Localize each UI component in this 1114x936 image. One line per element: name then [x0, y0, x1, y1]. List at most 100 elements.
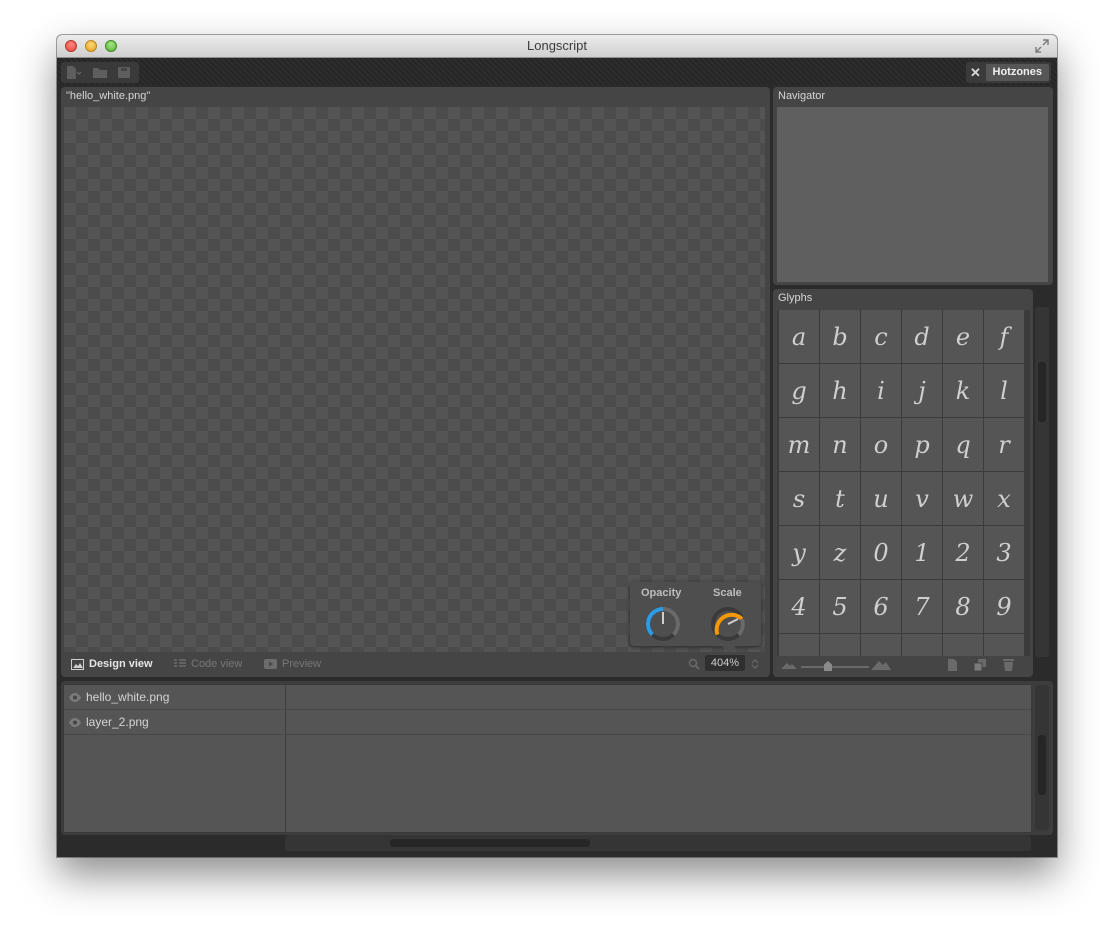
glyphs-scroll-thumb[interactable]: [1038, 362, 1046, 422]
scale-dial[interactable]: [709, 605, 747, 643]
layers-h-scroll-thumb[interactable]: [390, 839, 590, 847]
mountain-large-icon: [871, 661, 891, 670]
design-canvas[interactable]: [64, 107, 765, 652]
glyph-cell[interactable]: [861, 634, 901, 656]
hotzones-toggle[interactable]: ✕ Hotzones: [965, 62, 1051, 83]
fullscreen-icon[interactable]: [1035, 39, 1049, 53]
glyph-cell[interactable]: m: [779, 418, 819, 471]
glyph-cell[interactable]: i: [861, 364, 901, 417]
glyph-cell[interactable]: 4: [779, 580, 819, 633]
glyph-cell[interactable]: 0: [861, 526, 901, 579]
navigator-preview[interactable]: [777, 107, 1048, 282]
image-icon: [71, 658, 84, 670]
tab-code-view[interactable]: Code view: [174, 658, 242, 670]
glyph-cell[interactable]: k: [943, 364, 983, 417]
glyph-cell[interactable]: u: [861, 472, 901, 525]
glyphs-title: Glyphs: [778, 292, 813, 304]
file-tools: [61, 62, 139, 83]
glyph-cell[interactable]: 7: [902, 580, 942, 633]
new-document-icon[interactable]: [64, 65, 82, 80]
layer-row[interactable]: hello_white.png: [64, 685, 284, 710]
zoom-stepper-icon[interactable]: [751, 658, 759, 670]
zoom-unit: %: [729, 657, 740, 669]
preview-label: Preview: [282, 658, 322, 670]
play-icon: [264, 659, 277, 669]
eye-icon[interactable]: [69, 717, 81, 727]
glyphs-scrollbar[interactable]: [1035, 307, 1049, 657]
search-icon: [688, 658, 700, 670]
glyph-cell[interactable]: [779, 634, 819, 656]
glyph-cell[interactable]: c: [861, 310, 901, 363]
glyph-cell[interactable]: [820, 634, 860, 656]
view-bar: Design view Code view Preview: [65, 655, 765, 675]
layer-timeline-row[interactable]: [286, 685, 1031, 710]
glyph-cell[interactable]: l: [984, 364, 1024, 417]
layers-v-scrollbar[interactable]: [1035, 685, 1049, 830]
glyph-cell[interactable]: p: [902, 418, 942, 471]
glyph-cell[interactable]: w: [943, 472, 983, 525]
navigator-title: Navigator: [778, 90, 826, 102]
toolbar: ✕ Hotzones: [57, 58, 1057, 85]
glyph-cell[interactable]: b: [820, 310, 860, 363]
glyph-cell[interactable]: [943, 634, 983, 656]
glyph-cell[interactable]: x: [984, 472, 1024, 525]
glyph-cell[interactable]: q: [943, 418, 983, 471]
glyph-cell[interactable]: e: [943, 310, 983, 363]
glyph-cell[interactable]: n: [820, 418, 860, 471]
opacity-label: Opacity: [641, 587, 682, 599]
navigator-panel: Navigator: [773, 87, 1053, 285]
glyph-cell[interactable]: 2: [943, 526, 983, 579]
zoom-value: 404: [710, 657, 730, 669]
glyph-cell[interactable]: s: [779, 472, 819, 525]
glyph-cell[interactable]: j: [902, 364, 942, 417]
trash-icon[interactable]: [1003, 658, 1014, 671]
close-icon[interactable]: ✕: [966, 62, 986, 83]
tab-preview[interactable]: Preview: [264, 658, 321, 670]
layer-row[interactable]: layer_2.png: [64, 710, 284, 735]
glyph-cell[interactable]: 5: [820, 580, 860, 633]
glyph-cell[interactable]: 1: [902, 526, 942, 579]
glyph-cell[interactable]: [984, 634, 1024, 656]
save-icon[interactable]: [115, 65, 133, 80]
app-window: Longscript ✕ Hotzones "hello_white.png" …: [57, 35, 1057, 857]
layer-name: hello_white.png: [86, 690, 170, 704]
opacity-dial[interactable]: [644, 605, 682, 643]
glyph-cell[interactable]: 9: [984, 580, 1024, 633]
popup-arrow: [722, 646, 736, 653]
glyph-cell[interactable]: v: [902, 472, 942, 525]
glyph-cell[interactable]: a: [779, 310, 819, 363]
glyph-cell[interactable]: t: [820, 472, 860, 525]
document-title: "hello_white.png": [66, 90, 151, 102]
duplicate-glyph-icon[interactable]: [974, 659, 986, 671]
new-glyph-icon[interactable]: [947, 659, 958, 671]
opacity-scale-popup: Opacity Scale: [630, 582, 761, 646]
glyph-cell[interactable]: z: [820, 526, 860, 579]
glyph-cell[interactable]: 3: [984, 526, 1024, 579]
glyph-cell[interactable]: o: [861, 418, 901, 471]
glyph-cell[interactable]: 8: [943, 580, 983, 633]
code-view-label: Code view: [191, 658, 243, 670]
glyph-cell[interactable]: h: [820, 364, 860, 417]
scale-label: Scale: [713, 587, 742, 599]
design-view-label: Design view: [89, 658, 153, 670]
folder-icon[interactable]: [91, 65, 109, 80]
layers-v-scroll-thumb[interactable]: [1038, 735, 1046, 795]
zoom-input[interactable]: 404%: [705, 655, 745, 671]
eye-icon[interactable]: [69, 692, 81, 702]
layer-name: layer_2.png: [86, 715, 149, 729]
code-icon: [174, 659, 186, 667]
hotzones-button[interactable]: Hotzones: [985, 64, 1049, 81]
mountain-small-icon: [781, 663, 797, 669]
glyph-size-slider[interactable]: [801, 666, 869, 668]
title-bar: Longscript: [57, 35, 1057, 58]
layer-timeline-row[interactable]: [286, 710, 1031, 735]
layers-h-scrollbar[interactable]: [285, 835, 1031, 851]
tab-design-view[interactable]: Design view: [71, 658, 153, 670]
glyph-cell[interactable]: r: [984, 418, 1024, 471]
glyph-cell[interactable]: g: [779, 364, 819, 417]
glyph-cell[interactable]: [902, 634, 942, 656]
glyph-cell[interactable]: 6: [861, 580, 901, 633]
glyph-cell[interactable]: f: [984, 310, 1024, 363]
glyph-cell[interactable]: y: [779, 526, 819, 579]
glyph-cell[interactable]: d: [902, 310, 942, 363]
